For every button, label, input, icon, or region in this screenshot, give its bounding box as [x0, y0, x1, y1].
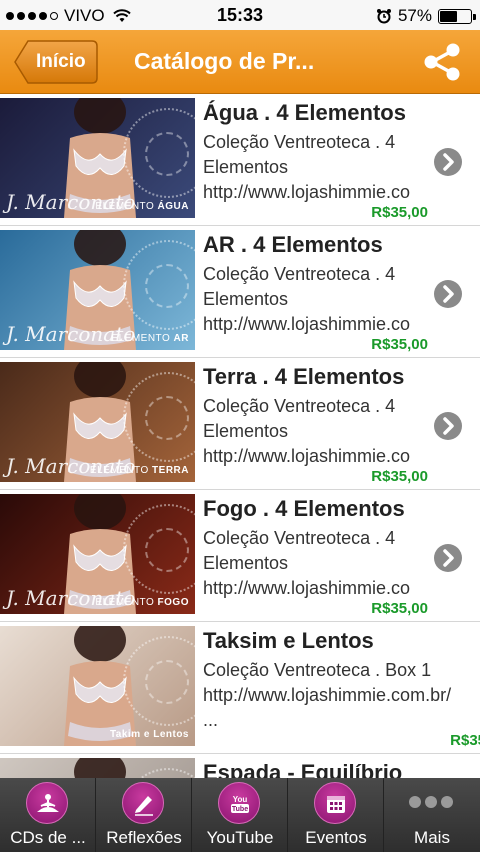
thumbnail-tag: ELEMENTO ÁGUA	[95, 201, 189, 212]
description-line: http://www.lojashimmie.com.br/	[203, 685, 452, 705]
pencil-icon	[122, 782, 164, 824]
battery-icon	[438, 8, 476, 24]
item-description: Coleção Ventreoteca . 4 Elementos http://w…	[203, 394, 429, 469]
item-description: Coleção Ventreoteca . Box 1 http://www.lo…	[203, 658, 480, 733]
description-line: Coleção Ventreoteca . 4	[203, 528, 396, 548]
tab-label: Eventos	[305, 828, 367, 847]
youtube-icon: You Tube	[218, 782, 260, 824]
description-line: http://www.lojashimmie.co	[203, 446, 411, 466]
tab-eventos[interactable]: Eventos	[288, 778, 384, 852]
tab-youtube[interactable]: You Tube YouTube	[192, 778, 288, 852]
list-item[interactable]: J. Marconato ELEMENTO TERRA Terra . 4 Elem…	[0, 358, 480, 490]
catalog-list[interactable]: J. Marconato ELEMENTO ÁGUA Água . 4 Elemen…	[0, 94, 480, 778]
product-thumbnail: J. Marconato ELEMENTO AR	[0, 230, 195, 350]
item-title: Espada - Equilíbrio	[203, 760, 403, 778]
thumbnail-tag-name: AR	[173, 333, 189, 344]
thumbnail-tag-name: Takim e Lentos	[109, 729, 189, 740]
description-line: Coleção Ventreoteca . 4	[203, 396, 396, 416]
list-item[interactable]: J. Marconato ELEMENTO ÁGUA Água . 4 Elemen…	[0, 94, 480, 226]
thumbnail-tag-prefix: ELEMENTO	[95, 201, 155, 212]
thumbnail-tag: ELEMENTO TERRA	[90, 465, 189, 476]
page-title: Catálogo de Pr...	[134, 48, 315, 74]
product-thumbnail: J. Marconato ELEMENTO ÁGUA	[0, 98, 195, 218]
chevron-right-icon[interactable]	[434, 412, 462, 440]
item-description: Coleção Ventreoteca . 4 Elementos http://w…	[203, 262, 429, 337]
list-item[interactable]: J. Marconato ELEMENTO AR AR . 4 Elementos C…	[0, 226, 480, 358]
tab-label: YouTube	[206, 828, 274, 847]
calendar-icon	[314, 782, 356, 824]
item-price: R$35,00	[371, 468, 428, 485]
description-line: http://www.lojashimmie.co	[203, 182, 411, 202]
svg-text:Tube: Tube	[232, 806, 248, 813]
list-item[interactable]: Takim e Lentos Taksim e Lentos Coleção Ven…	[0, 622, 480, 754]
tab-mais[interactable]: Mais	[384, 778, 480, 852]
tab-label: CDs de ...	[10, 828, 86, 847]
description-line: Elementos	[203, 421, 289, 441]
thumbnail-tag: Takim e Lentos	[110, 729, 189, 740]
item-price: R$35	[450, 732, 480, 749]
description-line: Elementos	[203, 553, 289, 573]
chevron-right-icon[interactable]	[434, 280, 462, 308]
item-title: Taksim e Lentos	[203, 628, 374, 653]
list-item[interactable]: Espada - Equilíbrio	[0, 754, 480, 778]
item-title: Fogo . 4 Elementos	[203, 496, 405, 521]
more-icon	[409, 796, 453, 808]
tab-reflexoes[interactable]: Reflexões	[96, 778, 192, 852]
product-thumbnail: Takim e Lentos	[0, 626, 195, 746]
thumbnail-tag-prefix: ELEMENTO	[95, 597, 155, 608]
battery-level	[440, 10, 458, 22]
svg-text:You: You	[233, 795, 248, 804]
battery-percent: 57%	[397, 6, 432, 25]
product-thumbnail	[0, 758, 195, 778]
thumbnail-tag: ELEMENTO AR	[111, 333, 189, 344]
tab-bar: CDs de ... Reflexões You Tube YouTube Ev…	[0, 778, 480, 852]
tab-cds[interactable]: CDs de ...	[0, 778, 96, 852]
thumbnail-tag-name: ÁGUA	[157, 201, 189, 212]
description-line: Elementos	[203, 157, 289, 177]
chevron-right-icon[interactable]	[434, 148, 462, 176]
thumbnail-tag-prefix: ELEMENTO	[89, 465, 149, 476]
description-line: ...	[203, 710, 219, 730]
chevron-right-icon[interactable]	[434, 544, 462, 572]
description-line: Coleção Ventreoteca . Box 1	[203, 660, 432, 680]
description-line: Elementos	[203, 289, 289, 309]
alarm-icon	[376, 9, 391, 24]
list-item[interactable]: J. Marconato ELEMENTO FOGO Fogo . 4 Elemen…	[0, 490, 480, 622]
back-button-label: Início	[36, 51, 86, 72]
nav-bar: Início Catálogo de Pr...	[0, 30, 480, 94]
item-title: AR . 4 Elementos	[203, 232, 383, 257]
item-description: Coleção Ventreoteca . 4 Elementos http://w…	[203, 130, 429, 205]
thumbnail-tag-name: TERRA	[152, 465, 189, 476]
back-button[interactable]: Início	[14, 40, 98, 84]
thumbnail-tag-name: FOGO	[157, 597, 189, 608]
meditation-icon	[26, 782, 68, 824]
description-line: http://www.lojashimmie.co	[203, 578, 411, 598]
thumbnail-tag: ELEMENTO FOGO	[95, 597, 189, 608]
thumbnail-tag-prefix: ELEMENTO	[111, 333, 171, 344]
product-thumbnail: J. Marconato ELEMENTO TERRA	[0, 362, 195, 482]
description-line: Coleção Ventreoteca . 4	[203, 264, 396, 284]
item-description: Coleção Ventreoteca . 4 Elementos http://w…	[203, 526, 429, 601]
status-bar: VIVO 15:33 57%	[0, 0, 480, 30]
status-right: 57%	[376, 6, 476, 26]
item-price: R$35,00	[371, 204, 428, 221]
item-title: Terra . 4 Elementos	[203, 364, 405, 389]
tab-label: Reflexões	[106, 828, 182, 847]
description-line: Coleção Ventreoteca . 4	[203, 132, 396, 152]
item-title: Água . 4 Elementos	[203, 100, 406, 125]
description-line: http://www.lojashimmie.co	[203, 314, 411, 334]
share-icon[interactable]	[422, 42, 462, 82]
tab-label: Mais	[414, 828, 450, 847]
item-price: R$35,00	[371, 336, 428, 353]
item-price: R$35,00	[371, 600, 428, 617]
product-thumbnail: J. Marconato ELEMENTO FOGO	[0, 494, 195, 614]
